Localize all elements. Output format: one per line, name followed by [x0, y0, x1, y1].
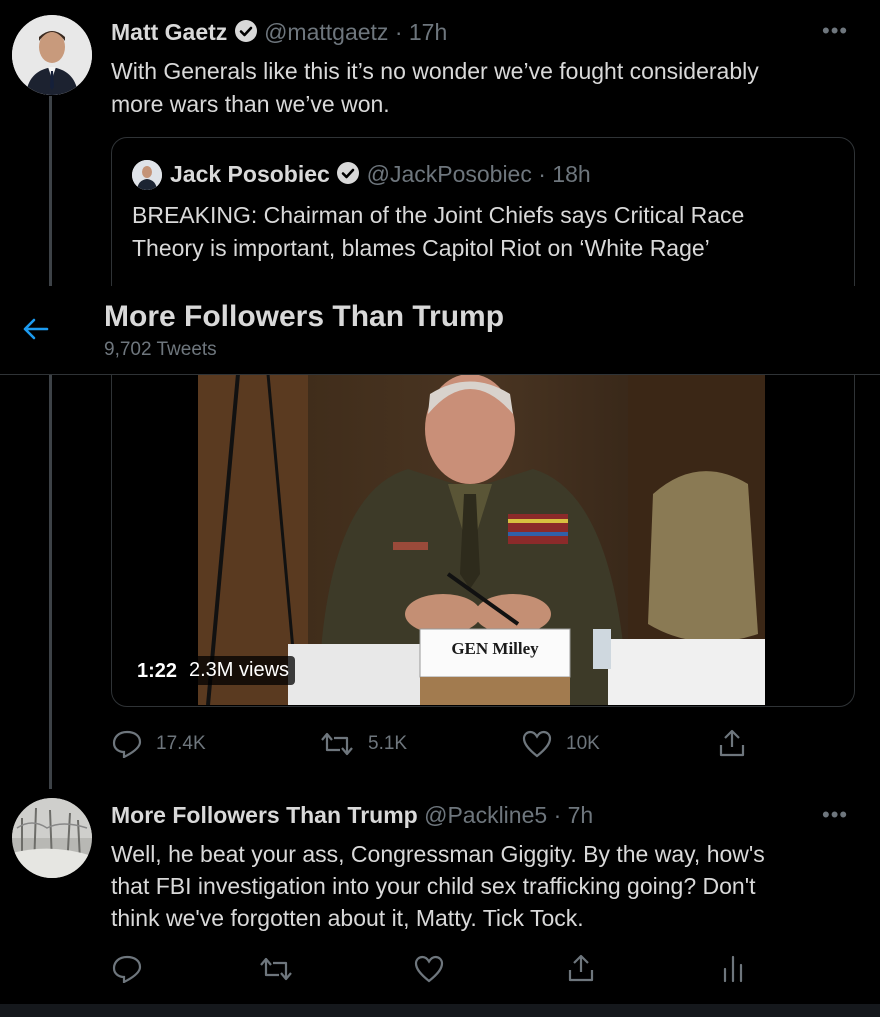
- retweet-button[interactable]: [259, 955, 293, 983]
- tweet-text-line: With Generals like this it’s no wonder w…: [111, 58, 759, 84]
- more-dots-icon[interactable]: •••: [822, 18, 848, 44]
- share-icon: [719, 729, 745, 757]
- share-icon: [568, 954, 594, 982]
- tweet-time[interactable]: · 7h: [554, 802, 594, 828]
- quote-header: Jack Posobiec @JackPosobiec · 18h: [170, 161, 591, 191]
- reply-count: 17.4K: [156, 733, 206, 754]
- analytics-icon: [723, 955, 743, 983]
- quote-time: · 18h: [538, 161, 591, 187]
- like-count: 10K: [566, 733, 600, 754]
- author-handle[interactable]: @mattgaetz: [264, 19, 388, 45]
- like-button[interactable]: [414, 955, 444, 983]
- tweet-time[interactable]: · 17h: [395, 19, 447, 45]
- tweet-header: More Followers Than Trump @Packline5 · 7…: [111, 802, 593, 829]
- video-views: 2.3M views: [183, 656, 296, 685]
- thread-line: [49, 96, 52, 789]
- like-button[interactable]: 10K: [522, 730, 600, 758]
- avatar[interactable]: [12, 15, 92, 95]
- heart-icon: [414, 955, 444, 983]
- quote-author-handle: @JackPosobiec: [366, 161, 532, 187]
- reply-button[interactable]: 17.4K: [112, 730, 206, 758]
- quote-avatar: [132, 160, 162, 190]
- video-duration: 1:22: [137, 660, 178, 682]
- reply-icon: [112, 955, 142, 983]
- tweet-text-line: think we've forgotten about it, Matty. T…: [111, 905, 584, 931]
- tweet-text-line: more wars than we’ve won.: [111, 91, 390, 117]
- author-handle[interactable]: @Packline5: [424, 802, 547, 828]
- reply-button[interactable]: [112, 955, 142, 983]
- nameplate-text: GEN Milley: [451, 639, 539, 658]
- reply-icon: [112, 730, 142, 758]
- heart-icon: [522, 730, 552, 758]
- quote-author-name: Jack Posobiec: [170, 161, 330, 187]
- analytics-button[interactable]: [720, 953, 746, 983]
- back-arrow-icon[interactable]: [20, 314, 50, 344]
- tweet-text: Well, he beat your ass, Congressman Gigg…: [111, 838, 765, 934]
- header-subtitle: 9,702 Tweets: [104, 339, 217, 360]
- header-title: More Followers Than Trump: [104, 300, 505, 333]
- author-name[interactable]: Matt Gaetz: [111, 19, 227, 45]
- share-button[interactable]: [718, 728, 746, 758]
- tweet-text-line: Well, he beat your ass, Congressman Gigg…: [111, 841, 765, 867]
- quote-text: BREAKING: Chairman of the Joint Chiefs s…: [132, 199, 744, 265]
- verified-icon: [234, 19, 258, 49]
- quote-text-line: Theory is important, blames Capitol Riot…: [132, 235, 710, 261]
- retweet-button[interactable]: 5.1K: [320, 730, 407, 758]
- tweet-header: Matt Gaetz @mattgaetz · 17h: [111, 19, 447, 49]
- tweet-text: With Generals like this it’s no wonder w…: [111, 55, 759, 121]
- tweet-text-line: that FBI investigation into your child s…: [111, 873, 756, 899]
- share-button[interactable]: [567, 953, 595, 983]
- avatar[interactable]: [12, 798, 92, 878]
- verified-icon: [336, 161, 360, 191]
- bottom-bar: [0, 1004, 880, 1017]
- retweet-count: 5.1K: [368, 733, 408, 754]
- retweet-icon: [260, 957, 292, 981]
- author-name[interactable]: More Followers Than Trump: [111, 802, 418, 828]
- retweet-icon: [321, 732, 353, 756]
- profile-header: More Followers Than Trump 9,702 Tweets: [0, 286, 880, 375]
- quote-text-line: BREAKING: Chairman of the Joint Chiefs s…: [132, 202, 745, 228]
- more-dots-icon[interactable]: •••: [822, 802, 848, 828]
